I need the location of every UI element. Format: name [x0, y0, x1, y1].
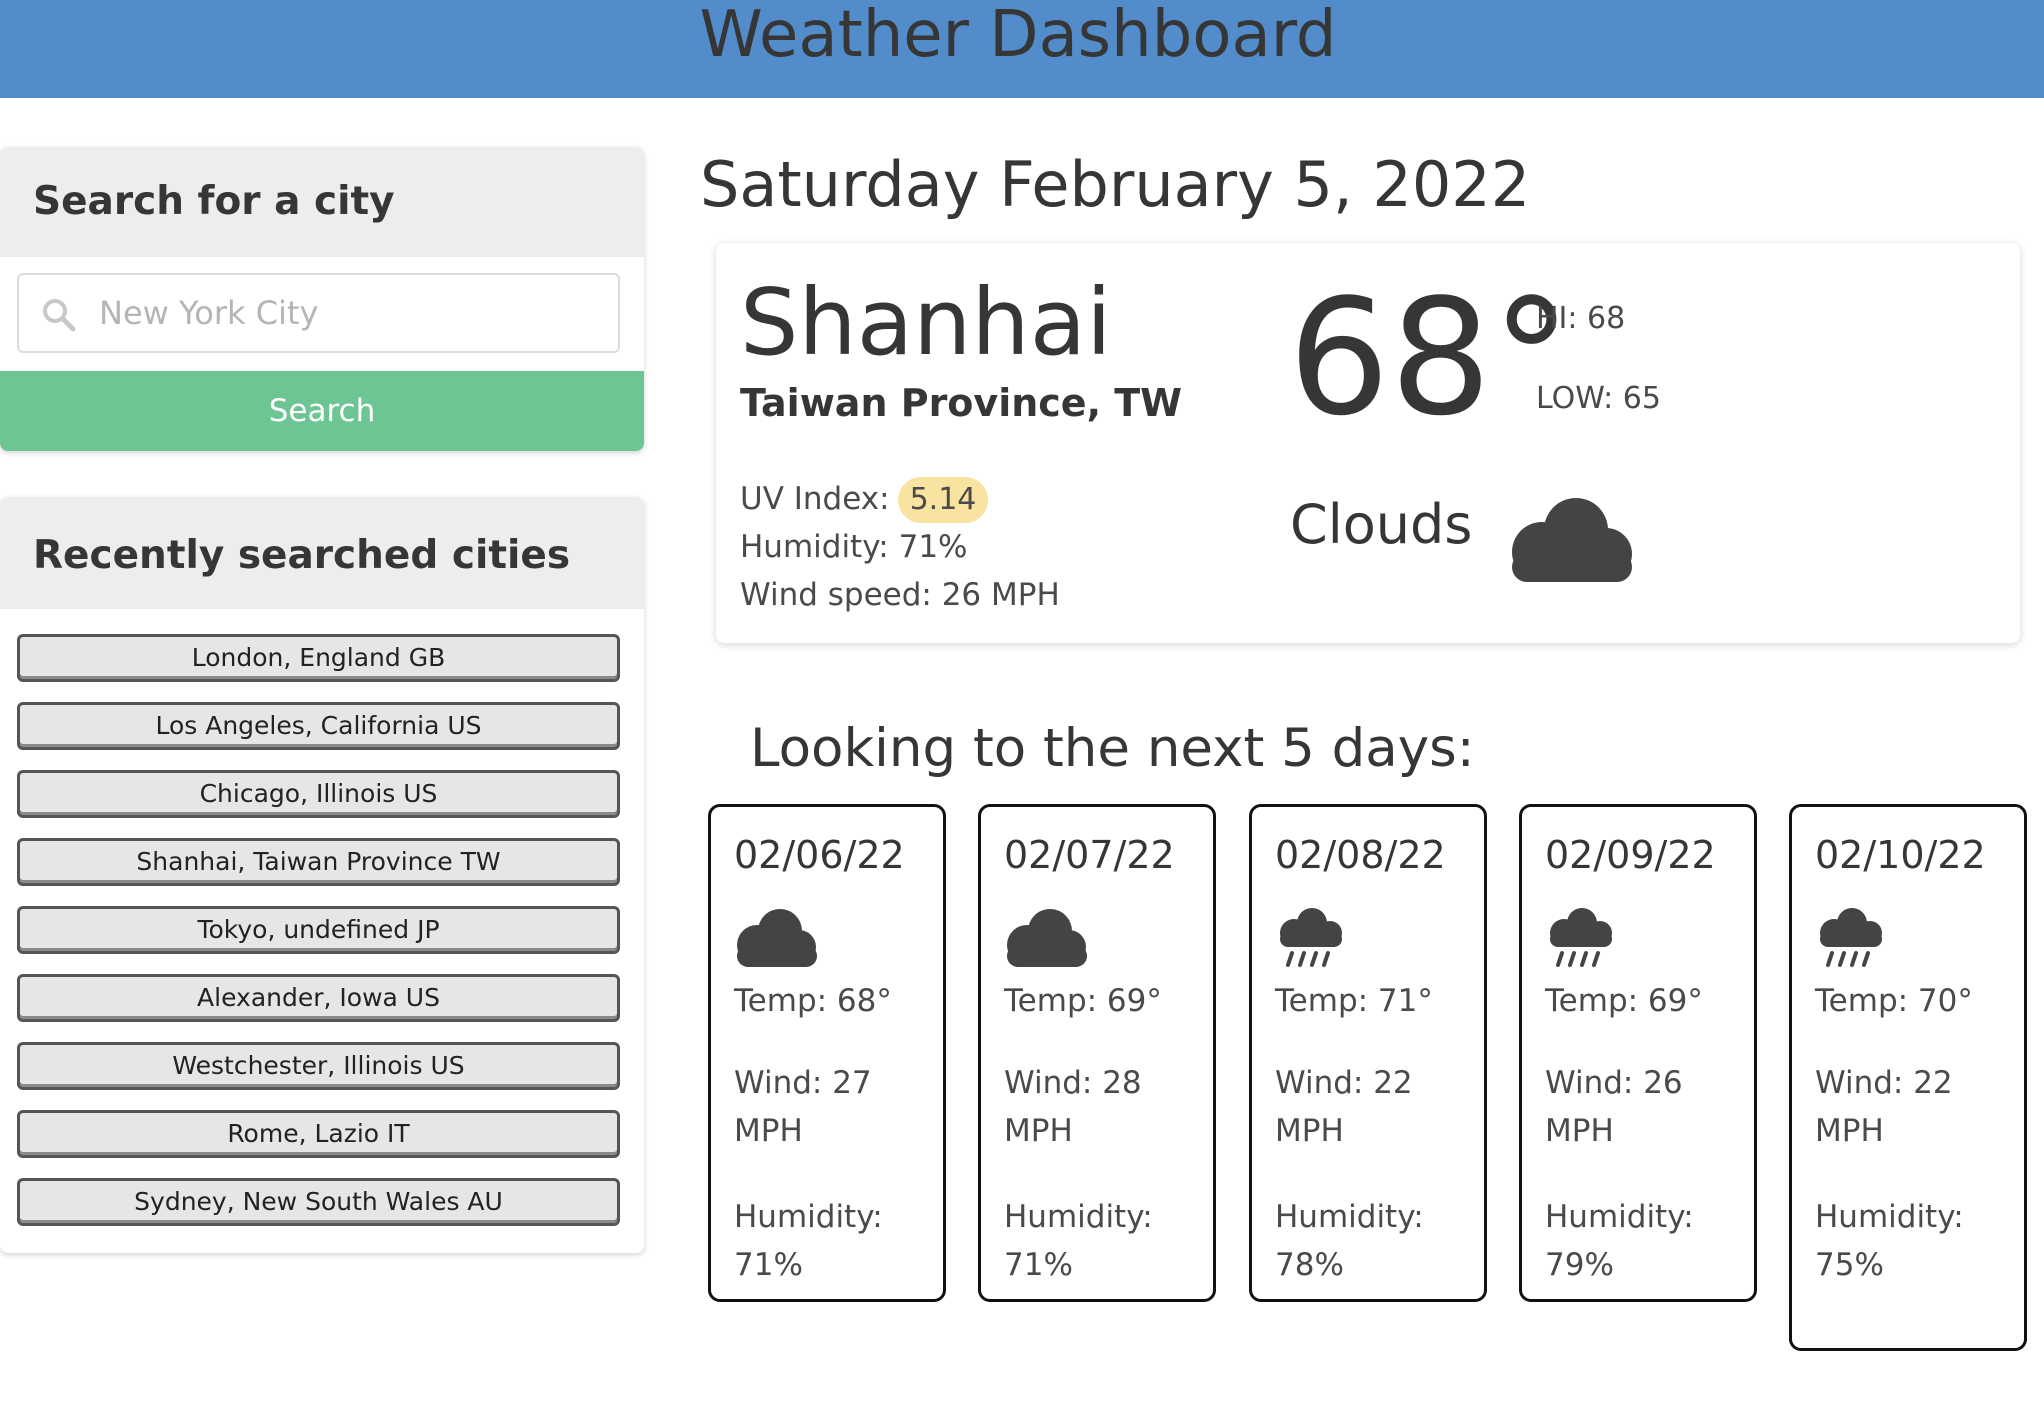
high-temperature: HI: 68 — [1536, 301, 1626, 336]
forecast-temp: Temp: 69° — [1545, 983, 1703, 1019]
forecast-wind: Wind: 27 MPH — [734, 1065, 872, 1149]
recent-heading: Recently searched cities — [0, 497, 644, 609]
region-name: Taiwan Province, TW — [740, 381, 1183, 425]
forecast-humidity: Humidity: 78% — [1275, 1199, 1424, 1283]
search-icon — [43, 299, 76, 332]
forecast-card: 02/08/22 Temp: 71° Wind: 22 MPH Humidity… — [1249, 804, 1487, 1302]
weather-condition: Clouds — [1290, 493, 1473, 556]
forecast-wind: Wind: 22 MPH — [1275, 1065, 1413, 1149]
cloud-icon — [1512, 498, 1632, 582]
forecast-title: Looking to the next 5 days: — [750, 718, 1475, 779]
current-weather-card: Shanhai Taiwan Province, TW UV Index: 5.… — [716, 243, 2020, 643]
search-heading: Search for a city — [0, 147, 644, 257]
city-name: Shanhai — [740, 269, 1112, 376]
current-date: Saturday February 5, 2022 — [700, 148, 1531, 221]
search-button[interactable]: Search — [0, 371, 644, 451]
cloud-icon — [737, 909, 817, 967]
forecast-card: 02/10/22 Temp: 70° Wind: 22 MPH Humidity… — [1789, 804, 2027, 1351]
forecast-card: 02/07/22 Temp: 69° Wind: 28 MPH Humidity… — [978, 804, 1216, 1302]
recent-cities-panel: Recently searched cities London, England… — [0, 497, 644, 1253]
forecast-humidity: Humidity: 71% — [734, 1199, 883, 1283]
uv-index-badge: 5.14 — [898, 477, 988, 523]
current-temperature: 68° — [1288, 264, 1572, 451]
rain-icon — [1820, 908, 1882, 967]
recent-city-button[interactable]: Rome, Lazio IT — [17, 1110, 620, 1158]
forecast-date: 02/09/22 — [1545, 833, 1716, 877]
page-title: Weather Dashboard — [699, 0, 1337, 72]
humidity-value: Humidity: 71% — [740, 529, 968, 565]
search-input[interactable] — [99, 275, 609, 351]
wind-speed-value: Wind speed: 26 MPH — [740, 577, 1060, 613]
recent-city-button[interactable]: Los Angeles, California US — [17, 702, 620, 750]
search-field[interactable] — [17, 273, 620, 353]
recent-city-button[interactable]: Sydney, New South Wales AU — [17, 1178, 620, 1226]
forecast-date: 02/06/22 — [734, 833, 905, 877]
forecast-humidity: Humidity: 75% — [1815, 1199, 1964, 1283]
forecast-wind: Wind: 26 MPH — [1545, 1065, 1683, 1149]
recent-city-button[interactable]: Alexander, Iowa US — [17, 974, 620, 1022]
forecast-card: 02/06/22 Temp: 68° Wind: 27 MPH Humidity… — [708, 804, 946, 1302]
uv-index-label: UV Index: — [740, 481, 890, 517]
forecast-date: 02/08/22 — [1275, 833, 1446, 877]
recent-city-button[interactable]: Tokyo, undefined JP — [17, 906, 620, 954]
recent-city-button[interactable]: Westchester, Illinois US — [17, 1042, 620, 1090]
low-temperature: LOW: 65 — [1536, 381, 1661, 416]
forecast-date: 02/10/22 — [1815, 833, 1986, 877]
forecast-temp: Temp: 71° — [1275, 983, 1433, 1019]
recent-city-button[interactable]: Chicago, Illinois US — [17, 770, 620, 818]
forecast-temp: Temp: 70° — [1815, 983, 1973, 1019]
recent-city-button[interactable]: London, England GB — [17, 634, 620, 682]
forecast-temp: Temp: 68° — [734, 983, 892, 1019]
forecast-temp: Temp: 69° — [1004, 983, 1162, 1019]
search-panel: Search for a city Search — [0, 147, 644, 451]
app-header: Weather Dashboard — [0, 0, 2044, 98]
rain-icon — [1280, 908, 1342, 967]
forecast-card: 02/09/22 Temp: 69° Wind: 26 MPH Humidity… — [1519, 804, 1757, 1302]
cloud-icon — [1007, 909, 1087, 967]
forecast-wind: Wind: 22 MPH — [1815, 1065, 1953, 1149]
recent-city-button[interactable]: Shanhai, Taiwan Province TW — [17, 838, 620, 886]
forecast-humidity: Humidity: 79% — [1545, 1199, 1694, 1283]
forecast-wind: Wind: 28 MPH — [1004, 1065, 1142, 1149]
forecast-humidity: Humidity: 71% — [1004, 1199, 1153, 1283]
forecast-date: 02/07/22 — [1004, 833, 1175, 877]
rain-icon — [1550, 908, 1612, 967]
